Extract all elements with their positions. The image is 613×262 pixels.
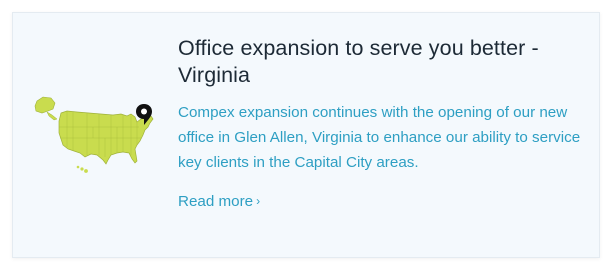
article-description: Compex expansion continues with the open…	[178, 104, 581, 171]
news-card: Office expansion to serve you better - V…	[12, 12, 600, 258]
read-more-label: Read more	[178, 193, 254, 210]
card-content: Office expansion to serve you better - V…	[178, 35, 588, 211]
us-map-image	[33, 89, 165, 175]
article-title: Office expansion to serve you better - V…	[178, 36, 539, 87]
read-more-link[interactable]: Read more ›	[178, 193, 260, 210]
chevron-right-icon: ›	[256, 194, 261, 208]
us-map-icon	[34, 96, 154, 173]
